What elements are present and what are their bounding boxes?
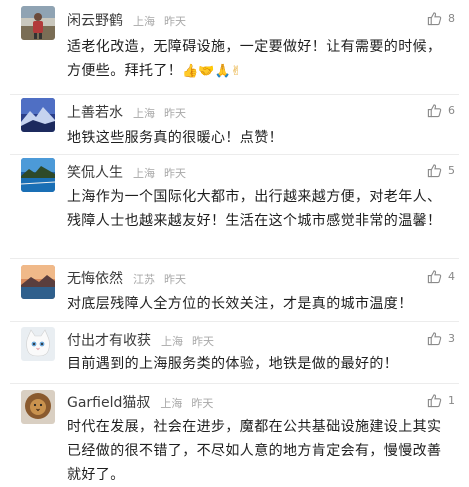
avatar[interactable] [21,327,55,361]
comment-text-content: 对底层残障人全方位的长效关注，才是真的城市温度！ [67,296,413,312]
location: 上海 [160,397,183,410]
like-button[interactable]: 3 [427,331,455,346]
timestamp: 昨天 [164,107,186,120]
like-button[interactable]: 6 [427,103,455,118]
like-count: 8 [448,12,455,25]
username[interactable]: 闲云野鹤 [67,10,123,30]
username[interactable]: Garfield猫叔 [67,392,150,412]
like-button[interactable]: 4 [427,269,455,284]
like-button[interactable]: 5 [427,163,455,178]
comment-item: 上善若水 上海 昨天 6 地铁这些服务真的很暖心！点赞！ [0,95,469,155]
timestamp: 昨天 [164,15,186,28]
thumbs-up-icon [427,394,442,408]
comment-text: 适老化改造，无障碍设施，一定要做好！让有需要的时候，方便些。拜托了！👍🤝🙏✌ [67,35,451,84]
avatar[interactable] [21,6,55,40]
timestamp: 昨天 [164,167,186,180]
comment-meta: 闲云野鹤 上海 昨天 [67,10,195,30]
comment-item: 笑侃人生 上海 昨天 5 上海作为一个国际化大都市，出行越来越方便，对老年人、残… [0,155,469,259]
location: 上海 [161,335,183,348]
username[interactable]: 无悔依然 [67,268,123,288]
like-count: 3 [448,332,455,345]
comment-meta: 无悔依然 江苏 昨天 [67,268,195,288]
thumbs-up-icon [427,12,442,26]
thumbs-up-icon [427,332,442,346]
thumbs-up-icon [427,270,442,284]
lion-icon [21,390,55,424]
comment-text-content: 时代在发展，社会在进步，魔都在公共基础设施建设上其实已经做的很不错了，不尽如人意… [67,419,442,483]
username[interactable]: 笑侃人生 [67,162,123,182]
avatar[interactable] [21,158,55,192]
comment-text: 上海作为一个国际化大都市，出行越来越方便，对老年人、残障人士也越来越友好！生活在… [67,185,451,233]
like-button[interactable]: 1 [427,393,455,408]
comment-text: 地铁这些服务真的很暖心！点赞！ [67,126,451,150]
comment-item: 付出才有收获 上海 昨天 3 目前遇到的上海服务类的体验，地铁是做的最好的！ [0,322,469,384]
comment-item: 无悔依然 江苏 昨天 4 对底层残障人全方位的长效关注，才是真的城市温度！ [0,259,469,322]
comment-text: 目前遇到的上海服务类的体验，地铁是做的最好的！ [67,352,451,376]
avatar[interactable] [21,265,55,299]
comment-text-content: 适老化改造，无障碍设施，一定要做好！让有需要的时候，方便些。拜托了！ [67,39,442,79]
mountain-landscape-icon [21,98,55,132]
like-count: 5 [448,164,455,177]
comment-meta: 上善若水 上海 昨天 [67,102,195,122]
comment-text-content: 上海作为一个国际化大都市，出行越来越方便，对老年人、残障人士也越来越友好！生活在… [67,189,442,229]
location: 上海 [133,107,155,120]
location: 上海 [133,167,155,180]
comment-text-content: 地铁这些服务真的很暖心！点赞！ [67,130,283,146]
timestamp: 昨天 [191,397,214,410]
like-count: 1 [448,394,455,407]
location: 江苏 [133,273,155,286]
timestamp: 昨天 [164,273,186,286]
comment-meta: 付出才有收获 上海 昨天 [67,330,223,350]
thumbs-up-icon [427,104,442,118]
location: 上海 [133,15,155,28]
white-cat-icon [21,327,55,361]
like-button[interactable]: 8 [427,11,455,26]
comment-meta: Garfield猫叔 上海 昨天 [67,392,222,412]
comment-list: 闲云野鹤 上海 昨天 8 适老化改造，无障碍设施，一定要做好！让有需要的时候，方… [0,0,469,483]
like-count: 4 [448,270,455,283]
username[interactable]: 付出才有收获 [67,330,151,350]
emoji-group: 👍🤝🙏✌ [182,64,242,79]
comment-text: 时代在发展，社会在进步，魔都在公共基础设施建设上其实已经做的很不错了，不尽如人意… [67,415,451,487]
username[interactable]: 上善若水 [67,102,123,122]
avatar[interactable] [21,390,55,424]
avatar[interactable] [21,98,55,132]
comment-text: 对底层残障人全方位的长效关注，才是真的城市温度！ [67,292,451,316]
comment-meta: 笑侃人生 上海 昨天 [67,162,195,182]
like-count: 6 [448,104,455,117]
comment-text-content: 目前遇到的上海服务类的体验，地铁是做的最好的！ [67,356,399,372]
comment-item: Garfield猫叔 上海 昨天 1 时代在发展，社会在进步，魔都在公共基础设施… [0,384,469,483]
thumbs-up-icon [427,164,442,178]
timestamp: 昨天 [192,335,214,348]
lake-landscape-icon [21,158,55,192]
person-photo-icon [21,6,55,40]
sunset-landscape-icon [21,265,55,299]
comment-item: 闲云野鹤 上海 昨天 8 适老化改造，无障碍设施，一定要做好！让有需要的时候，方… [0,0,469,95]
